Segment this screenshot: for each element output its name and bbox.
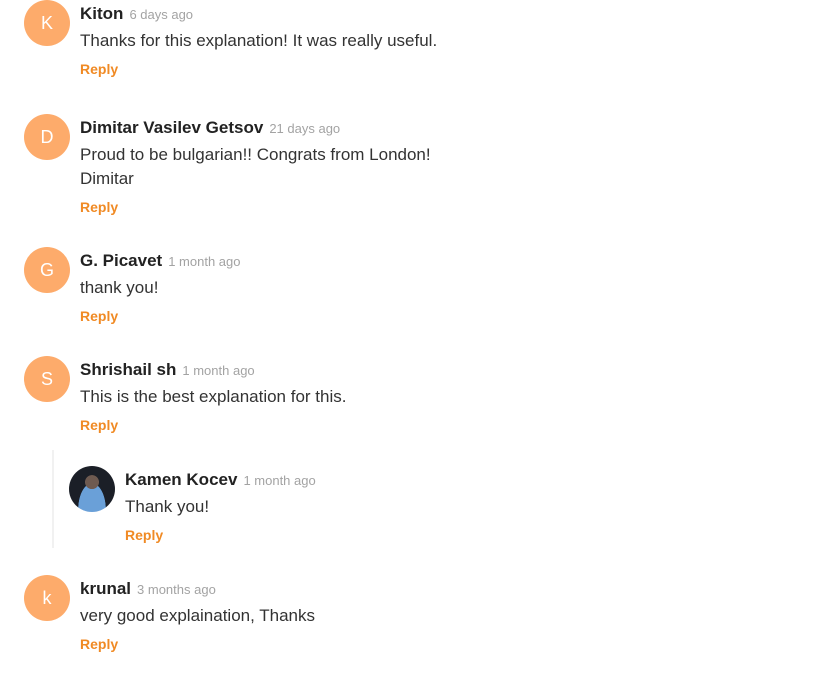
reply-button[interactable]: Reply — [80, 636, 315, 652]
timestamp: 3 months ago — [137, 582, 216, 597]
reply-comment: Kamen Kocev 1 month ago Thank you! Reply — [69, 466, 316, 543]
comment-line: Dimitar — [80, 169, 134, 188]
author-name[interactable]: Dimitar Vasilev Getsov — [80, 118, 263, 138]
reply-button[interactable]: Reply — [80, 308, 241, 324]
author-name[interactable]: Kiton — [80, 4, 123, 24]
comment-text: thank you! — [80, 278, 159, 297]
avatar: G — [24, 247, 70, 293]
timestamp: 1 month ago — [168, 254, 241, 269]
reply-button[interactable]: Reply — [80, 61, 437, 77]
avatar: S — [24, 356, 70, 402]
avatar-photo — [69, 466, 115, 512]
timestamp: 1 month ago — [182, 363, 255, 378]
comment-line: Proud to be bulgarian!! Congrats from Lo… — [80, 145, 431, 164]
reply-button[interactable]: Reply — [125, 527, 316, 543]
comment: K Kiton 6 days ago Thanks for this explan… — [24, 0, 437, 77]
avatar: D — [24, 114, 70, 160]
comment: G G. Picavet 1 month ago thank you! Reply — [24, 247, 241, 324]
author-name[interactable]: Kamen Kocev — [125, 470, 237, 490]
thread-line — [52, 450, 54, 548]
comment: D Dimitar Vasilev Getsov 21 days ago Prou… — [24, 114, 431, 215]
timestamp: 21 days ago — [269, 121, 341, 136]
timestamp: 6 days ago — [129, 7, 194, 22]
reply-button[interactable]: Reply — [80, 417, 346, 433]
comment: k krunal 3 months ago very good explainat… — [24, 575, 315, 652]
comment-text: Thanks for this explanation! It was real… — [80, 31, 438, 50]
timestamp: 1 month ago — [243, 473, 316, 488]
avatar: k — [24, 575, 70, 621]
comment-text: Proud to be bulgarian!! Congrats from Lo… — [80, 143, 431, 191]
comment: S Shrishail sh 1 month ago This is the be… — [24, 356, 346, 433]
comment-text: very good explaination, Thanks — [80, 606, 316, 625]
author-name[interactable]: Shrishail sh — [80, 360, 176, 380]
comment-text: Thank you! — [125, 497, 210, 516]
avatar: K — [24, 0, 70, 46]
reply-button[interactable]: Reply — [80, 199, 431, 215]
author-name[interactable]: G. Picavet — [80, 251, 162, 271]
comment-text: This is the best explanation for this. — [80, 387, 347, 406]
author-name[interactable]: krunal — [80, 579, 131, 599]
